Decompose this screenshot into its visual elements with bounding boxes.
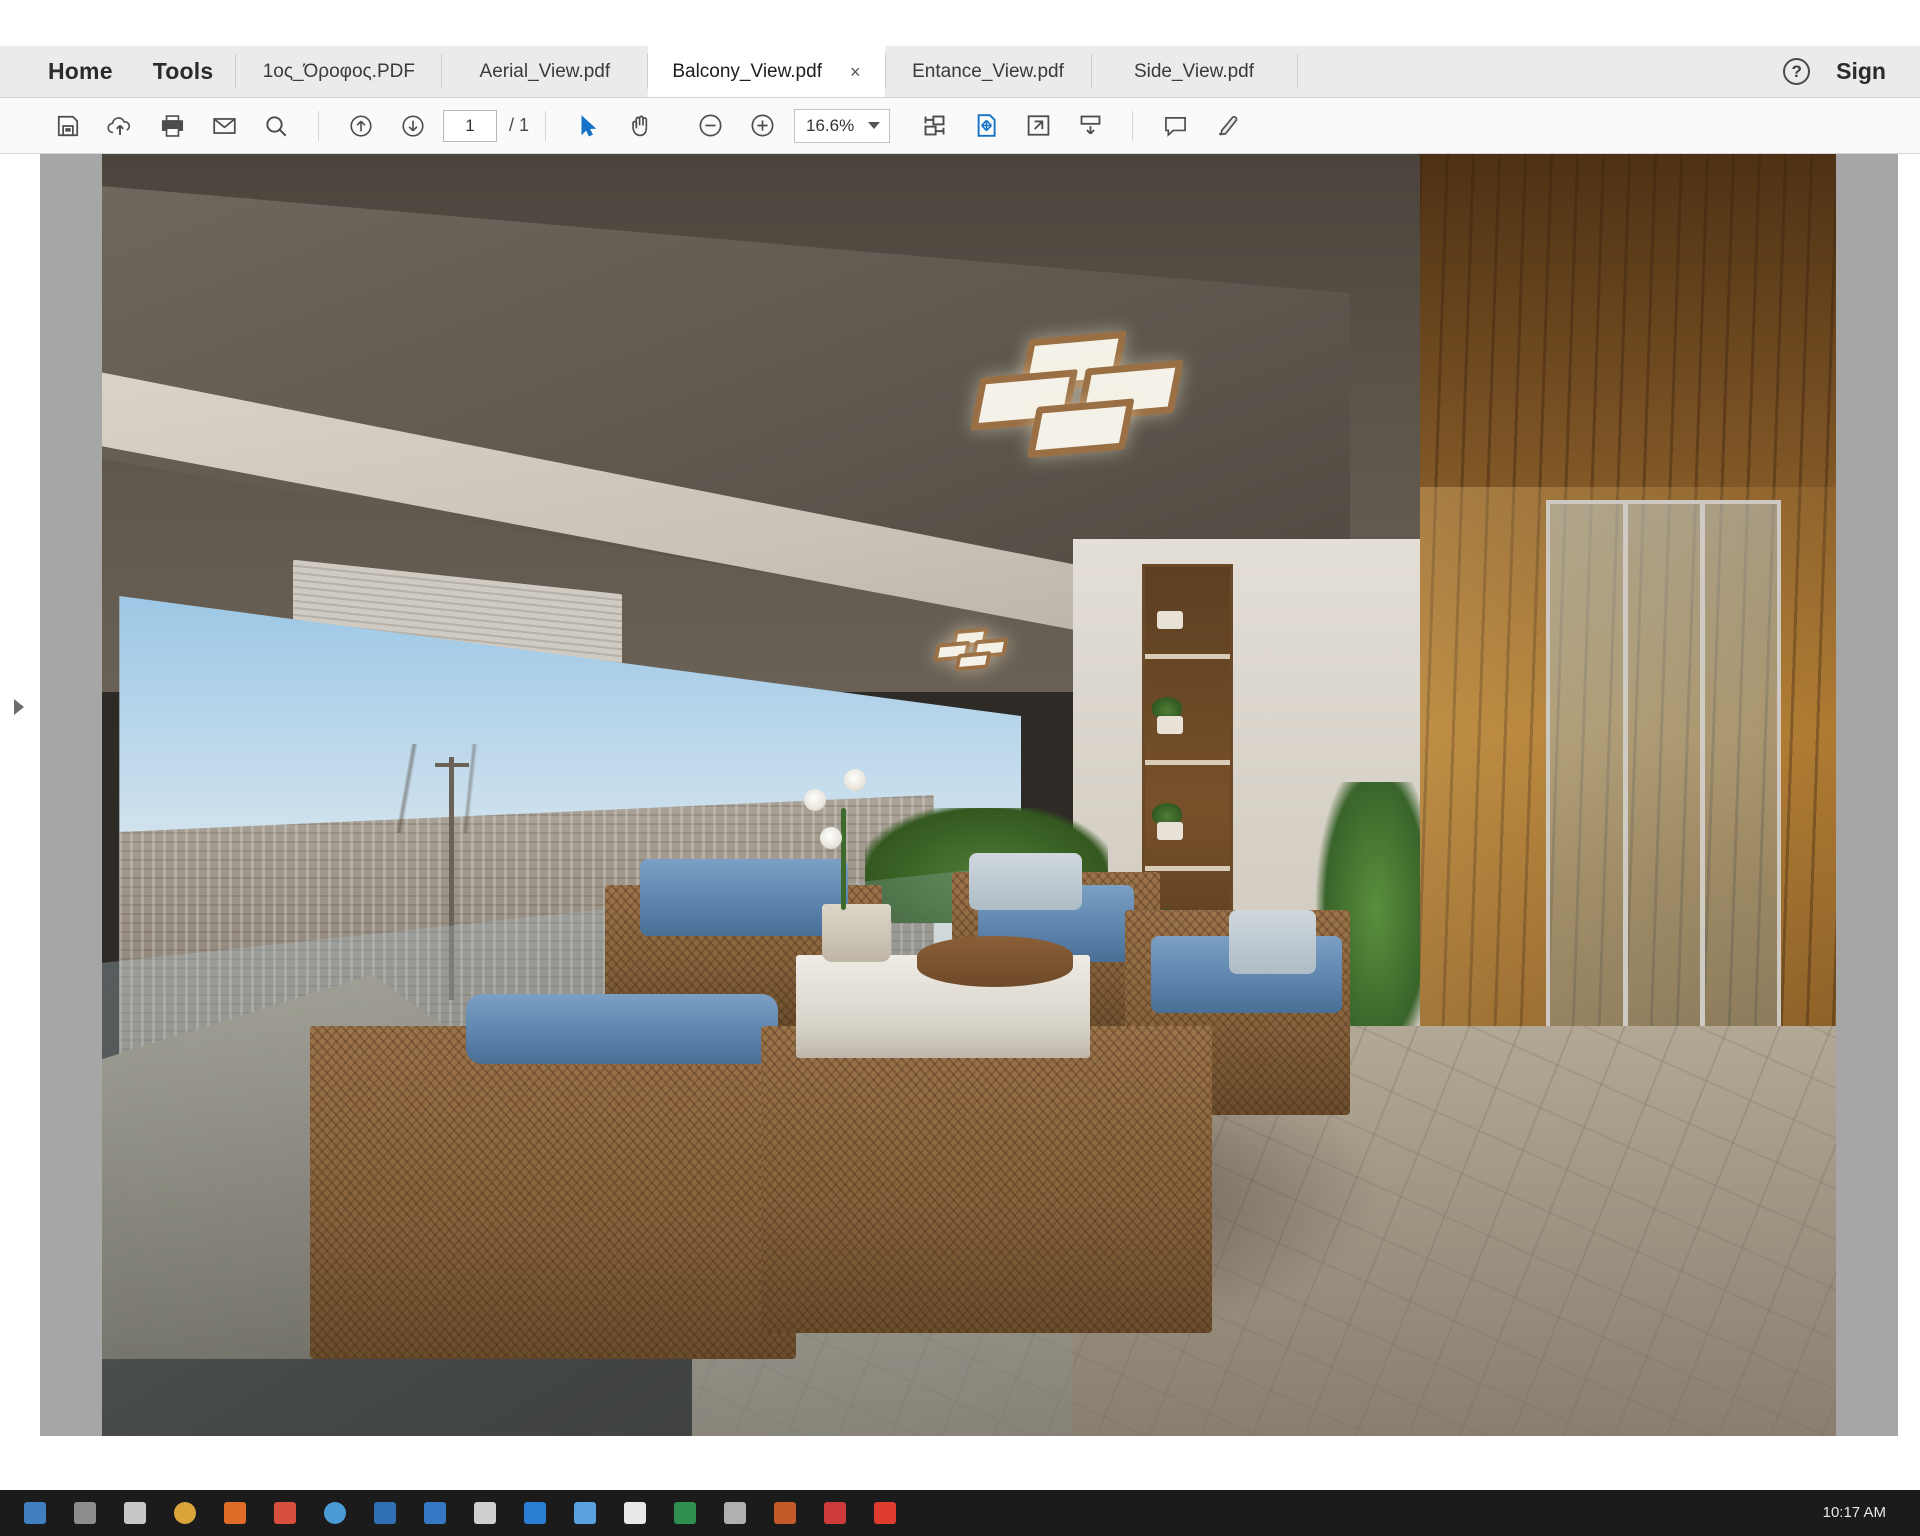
taskbar-item-16[interactable]	[760, 1494, 810, 1532]
pdf-page-canvas[interactable]	[102, 154, 1836, 1436]
tab-1os-orofos[interactable]: 1ος_Όροφος.PDF	[236, 46, 442, 97]
cloud-upload-icon[interactable]	[94, 104, 146, 148]
shelf-plant-pot	[1157, 716, 1184, 735]
taskbar-item-5[interactable]	[210, 1494, 260, 1532]
tab-aerial-view[interactable]: Aerial_View.pdf	[442, 46, 648, 97]
tab-bar-right-group: ? Sign	[1763, 46, 1920, 97]
print-icon[interactable]	[146, 104, 198, 148]
tab-balcony-view[interactable]: Balcony_View.pdf ×	[648, 46, 885, 97]
page-gutter-right	[1836, 154, 1898, 1436]
tab-bar-spacer	[1298, 46, 1764, 97]
fit-width-icon[interactable]	[908, 104, 960, 148]
close-icon[interactable]: ×	[850, 63, 861, 81]
orchid-bloom	[819, 827, 842, 850]
taskbar-item-3[interactable]	[110, 1494, 160, 1532]
page-number-input[interactable]: 1	[443, 109, 497, 142]
taskbar-item-11[interactable]	[510, 1494, 560, 1532]
cushion-blue	[639, 859, 848, 936]
sofa-foreground-right	[760, 1025, 1212, 1334]
taskbar-item-4[interactable]	[160, 1494, 210, 1532]
main-toolbar: 1 / 1 16.6%	[0, 98, 1920, 154]
zoom-in-icon[interactable]	[736, 104, 788, 148]
taskbar-item-14[interactable]	[660, 1494, 710, 1532]
taskbar-item-18[interactable]	[860, 1494, 910, 1532]
page-total-label: / 1	[509, 115, 530, 135]
zoom-out-icon[interactable]	[684, 104, 736, 148]
save-file-icon[interactable]	[42, 104, 94, 148]
tab-side-view[interactable]: Side_View.pdf	[1091, 46, 1297, 97]
orchid-bloom	[804, 788, 827, 811]
search-icon[interactable]	[250, 104, 302, 148]
taskbar-item-1[interactable]	[10, 1494, 60, 1532]
menu-home[interactable]: Home	[48, 58, 113, 85]
previous-page-icon[interactable]	[335, 104, 387, 148]
next-page-icon[interactable]	[387, 104, 439, 148]
orchid-vase	[821, 903, 891, 962]
taskbar-item-8[interactable]	[360, 1494, 410, 1532]
scroll-mode-icon[interactable]	[1064, 104, 1116, 148]
ceiling-light-small	[933, 624, 1028, 674]
taskbar-item-2[interactable]	[60, 1494, 110, 1532]
balcony-render-image	[102, 154, 1836, 1436]
toolbar-divider	[545, 110, 547, 141]
highlight-icon[interactable]	[1201, 104, 1253, 148]
ceiling-light-large	[964, 322, 1244, 470]
taskbar-item-12[interactable]	[560, 1494, 610, 1532]
cushion-light-grey	[1229, 910, 1316, 975]
power-lines	[154, 743, 675, 834]
chevron-down-icon[interactable]	[868, 122, 881, 129]
taskbar-clock[interactable]: 10:17 AM	[1823, 1505, 1910, 1521]
taskbar-item-10[interactable]	[460, 1494, 510, 1532]
shelf-plant-pot	[1157, 610, 1184, 629]
taskbar-item-17[interactable]	[810, 1494, 860, 1532]
menu-tools[interactable]: Tools	[153, 58, 214, 85]
taskbar-item-9[interactable]	[410, 1494, 460, 1532]
taskbar-item-13[interactable]	[610, 1494, 660, 1532]
toolbar-divider	[1132, 110, 1134, 141]
tab-label: 1ος_Όροφος.PDF	[262, 60, 415, 82]
fit-page-icon[interactable]	[960, 104, 1012, 148]
tab-bar: Home Tools 1ος_Όροφος.PDF Aerial_View.pd…	[0, 46, 1920, 98]
zoom-level-select[interactable]: 16.6%	[794, 108, 891, 143]
navigation-pane-rail[interactable]	[0, 154, 40, 1436]
menu-group: Home Tools	[0, 46, 235, 97]
page-gutter-left	[40, 154, 102, 1436]
taskbar-item-7[interactable]	[310, 1494, 360, 1532]
sofa-foreground-left	[310, 1025, 796, 1360]
tab-label: Balcony_View.pdf	[672, 60, 822, 82]
hand-tool-icon[interactable]	[614, 104, 666, 148]
select-tool-icon[interactable]	[562, 104, 614, 148]
expand-navigation-pane-icon[interactable]	[14, 699, 24, 715]
toolbar-divider	[318, 110, 319, 141]
fullscreen-icon[interactable]	[1012, 104, 1064, 148]
orchid-stem	[840, 807, 846, 911]
cushion-bolster-blue	[466, 993, 779, 1065]
taskbar-item-15[interactable]	[710, 1494, 760, 1532]
shelf-plant-pot	[1157, 822, 1184, 841]
help-icon[interactable]: ?	[1783, 58, 1811, 85]
decorative-bowl	[916, 936, 1074, 988]
tab-label: Entance_View.pdf	[912, 60, 1064, 82]
vertical-scrollbar[interactable]	[1898, 154, 1920, 1436]
windows-taskbar: 10:17 AM	[0, 1490, 1920, 1536]
taskbar-item-6[interactable]	[260, 1494, 310, 1532]
sign-button[interactable]: Sign	[1836, 58, 1886, 85]
cushion-striped	[969, 852, 1082, 911]
window-top-margin	[0, 0, 1920, 46]
email-icon[interactable]	[198, 104, 250, 148]
zoom-level-value: 16.6%	[806, 115, 855, 135]
tab-label: Side_View.pdf	[1133, 60, 1255, 82]
document-area	[0, 154, 1920, 1436]
tab-label: Aerial_View.pdf	[479, 60, 611, 82]
acrobat-window: Home Tools 1ος_Όροφος.PDF Aerial_View.pd…	[0, 0, 1920, 1536]
tab-entance-view[interactable]: Entance_View.pdf	[885, 46, 1091, 97]
comment-icon[interactable]	[1149, 104, 1201, 148]
